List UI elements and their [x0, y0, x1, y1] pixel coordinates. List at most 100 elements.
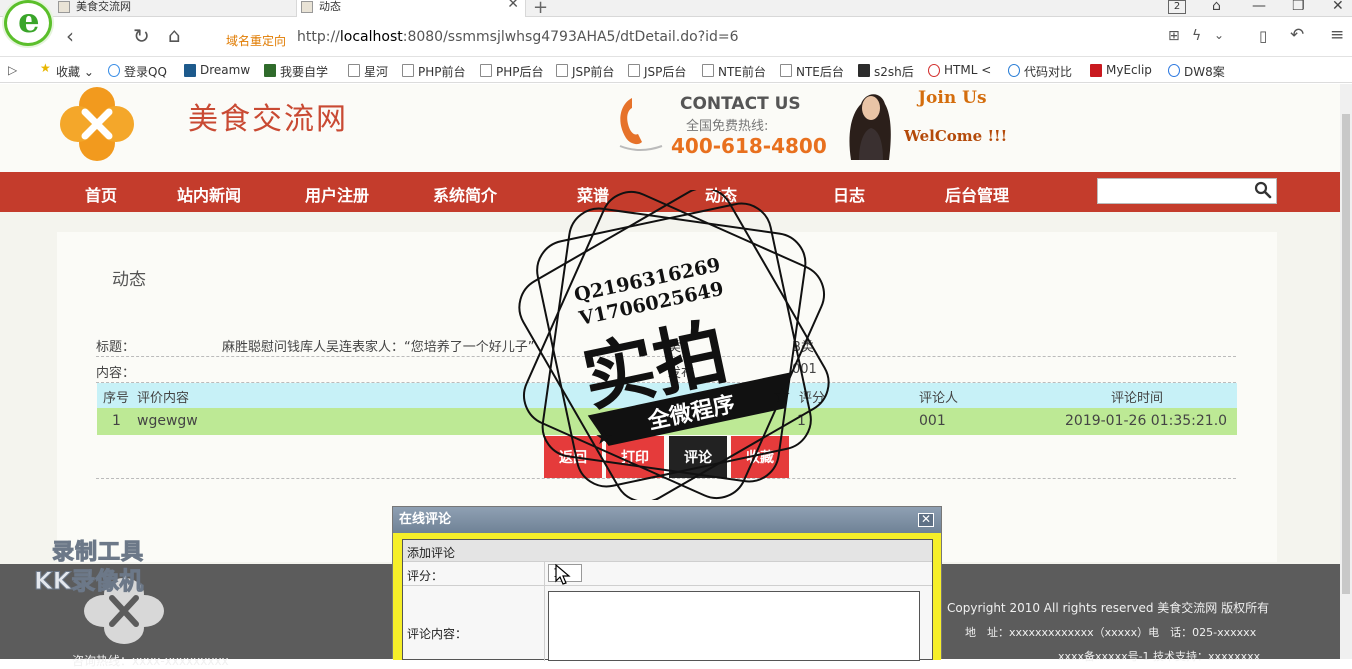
search-icon[interactable]	[1254, 181, 1272, 199]
close-window-icon[interactable]: ✕	[1332, 0, 1344, 14]
star-icon: ★	[773, 383, 791, 407]
row-time: 2019-01-26 01:35:21.0	[1065, 413, 1228, 429]
content-label: 内容：	[96, 366, 136, 381]
join-text: Join Us	[918, 88, 987, 108]
score-label: 评分：	[407, 569, 444, 583]
dialog-titlebar[interactable]: 在线评论	[393, 507, 941, 533]
bookmark-item[interactable]: HTML <	[928, 63, 991, 77]
bookmark-item[interactable]: Dreamw	[184, 63, 250, 77]
site-header: 美食交流网 CONTACT US 全国免费热线: 400-618-4800 Jo…	[0, 84, 1340, 172]
home-icon[interactable]: ⌂	[168, 23, 181, 47]
bookmark-item[interactable]: 登录QQ	[108, 63, 167, 80]
restore-icon[interactable]: ❐	[1292, 0, 1305, 14]
bookmark-item[interactable]: s2sh后	[858, 63, 914, 80]
bookmark-item[interactable]: ★ 收藏 ⌄	[40, 61, 94, 80]
bookmark-label: JSP前台	[572, 65, 615, 79]
dialog-title: 在线评论	[399, 512, 452, 527]
content-field-label: 评论内容：	[407, 627, 468, 641]
watermark-stamp: Q2196316269 V1706025649 实拍 全微程序 ★ ★	[518, 190, 830, 500]
bookmark-label: NTE后台	[796, 65, 844, 79]
header-content: 评价内容	[137, 391, 190, 406]
comment-form: 添加评论 评分： 1 评论内容：	[402, 539, 933, 661]
scrollbar-thumb[interactable]	[1342, 114, 1350, 594]
bookmark-item[interactable]: JSP前台	[556, 63, 614, 80]
bookmark-item[interactable]: 我要自学	[264, 63, 328, 80]
tab-label: 动态	[319, 0, 341, 13]
bookmark-item[interactable]: MyEclip	[1090, 63, 1152, 77]
nav-item-admin[interactable]: 后台管理	[945, 182, 1009, 206]
welcome-text: WelCome !!!	[904, 127, 1008, 145]
bookmark-item[interactable]: PHP前台	[402, 63, 466, 80]
undo-icon[interactable]: ↶	[1290, 25, 1304, 45]
hotline-number: 400-618-4800	[671, 134, 827, 158]
nav-item-home[interactable]: 首页	[85, 182, 117, 206]
footer-hotline: 咨询热线：xxxx-xxxxxxxxx	[72, 654, 229, 668]
minimize-icon[interactable]: —	[1252, 0, 1266, 14]
nav-item-register[interactable]: 用户注册	[305, 182, 369, 206]
browser-tab-bar: 美食交流网 动态 ✕ + 2 ⌂ — ❐ ✕	[0, 0, 1352, 18]
bookmark-item[interactable]: NTE后台	[780, 63, 844, 80]
star-icon: ★	[595, 425, 613, 449]
bookmark-item[interactable]: NTE前台	[702, 63, 766, 80]
page-favicon-icon	[58, 1, 70, 13]
bookmark-item[interactable]: JSP后台	[628, 63, 686, 80]
header-no: 序号	[103, 391, 130, 406]
close-tab-icon[interactable]: ✕	[507, 0, 519, 11]
nav-item-news[interactable]: 站内新闻	[177, 182, 241, 206]
mouse-cursor-icon	[555, 564, 571, 585]
url-prefix: http://	[297, 29, 340, 45]
header-user: 评论人	[919, 391, 959, 406]
bookmark-label: MyEclip	[1106, 63, 1152, 77]
dialog-close-button[interactable]: ✕	[918, 513, 934, 527]
shirt-skin-icon[interactable]: ⌂	[1212, 0, 1221, 14]
lightning-icon[interactable]: ϟ	[1192, 28, 1201, 44]
bookmark-label: HTML <	[944, 63, 992, 77]
dialog-body: 添加评论 评分： 1 评论内容：	[393, 533, 941, 661]
row-content: wgewgw	[137, 413, 198, 429]
bookmark-label: 我要自学	[280, 65, 329, 79]
row-no: 1	[112, 413, 121, 429]
title-value: 麻胜聪慰问钱库人吴连表家人：“您培养了一个好儿子”	[222, 340, 535, 355]
bookmarks-bar: ▷ ★ 收藏 ⌄ 登录QQ Dreamw 我要自学 星河 PHP前台 PHP后台 …	[0, 57, 1352, 83]
back-icon[interactable]: ‹	[66, 24, 74, 48]
nav-item-log[interactable]: 日志	[833, 182, 865, 206]
comment-content-textarea[interactable]	[548, 591, 920, 661]
browser-nav-row: ‹ ↻ ⌂ 域名重定向 http://localhost:8080/ssmmsj…	[0, 17, 1352, 57]
bookmark-item[interactable]: DW8案	[1168, 63, 1225, 80]
tab-dongtai[interactable]: 动态 ✕	[296, 0, 526, 17]
bookmark-item[interactable]: 代码对比	[1008, 63, 1072, 80]
browser-logo-icon: e	[4, 0, 52, 46]
tab-meishi[interactable]: 美食交流网	[54, 0, 294, 17]
bookmark-label: 星河	[364, 65, 389, 79]
reader-icon[interactable]: ▯	[1259, 27, 1267, 45]
page-favicon-icon	[301, 1, 313, 13]
new-tab-icon[interactable]: +	[533, 0, 548, 18]
bookmark-label: Dreamw	[200, 63, 251, 77]
refresh-icon[interactable]: ↻	[133, 24, 150, 48]
footer-address: 地 址：xxxxxxxxxxxxx（xxxxx）电 话：025-xxxxxx	[965, 626, 1257, 639]
bookmark-label: s2sh后	[874, 65, 914, 79]
bookmark-label: 登录QQ	[124, 65, 167, 79]
chevron-down-icon[interactable]: ⌄	[1214, 28, 1224, 42]
nav-item-about[interactable]: 系统简介	[433, 182, 497, 206]
site-title: 美食交流网	[188, 102, 348, 137]
vertical-scrollbar[interactable]	[1340, 84, 1352, 659]
search-input[interactable]	[1097, 178, 1277, 204]
address-bar[interactable]: http://localhost:8080/ssmmsjlwhsg4793AHA…	[297, 29, 739, 45]
form-row-score: 评分：	[403, 562, 932, 586]
bookmark-item[interactable]: 星河	[348, 63, 388, 80]
model-photo	[849, 94, 891, 160]
bookmark-label: DW8案	[1184, 65, 1225, 79]
tab-count-badge[interactable]: 2	[1168, 0, 1186, 14]
bookmark-item[interactable]: PHP后台	[480, 63, 544, 80]
bookmark-label: PHP前台	[418, 65, 466, 79]
form-column-divider	[544, 562, 545, 661]
header-time: 评论时间	[1111, 391, 1164, 406]
form-heading: 添加评论	[407, 546, 456, 560]
bookmarks-toggle-icon[interactable]: ▷	[8, 63, 17, 77]
bookmark-label: 收藏	[56, 65, 81, 79]
bookmark-label: PHP后台	[496, 65, 544, 79]
grid-icon[interactable]: ⊞	[1168, 28, 1180, 44]
menu-icon[interactable]: ≡	[1330, 25, 1344, 45]
bookmark-label: 代码对比	[1024, 65, 1073, 79]
